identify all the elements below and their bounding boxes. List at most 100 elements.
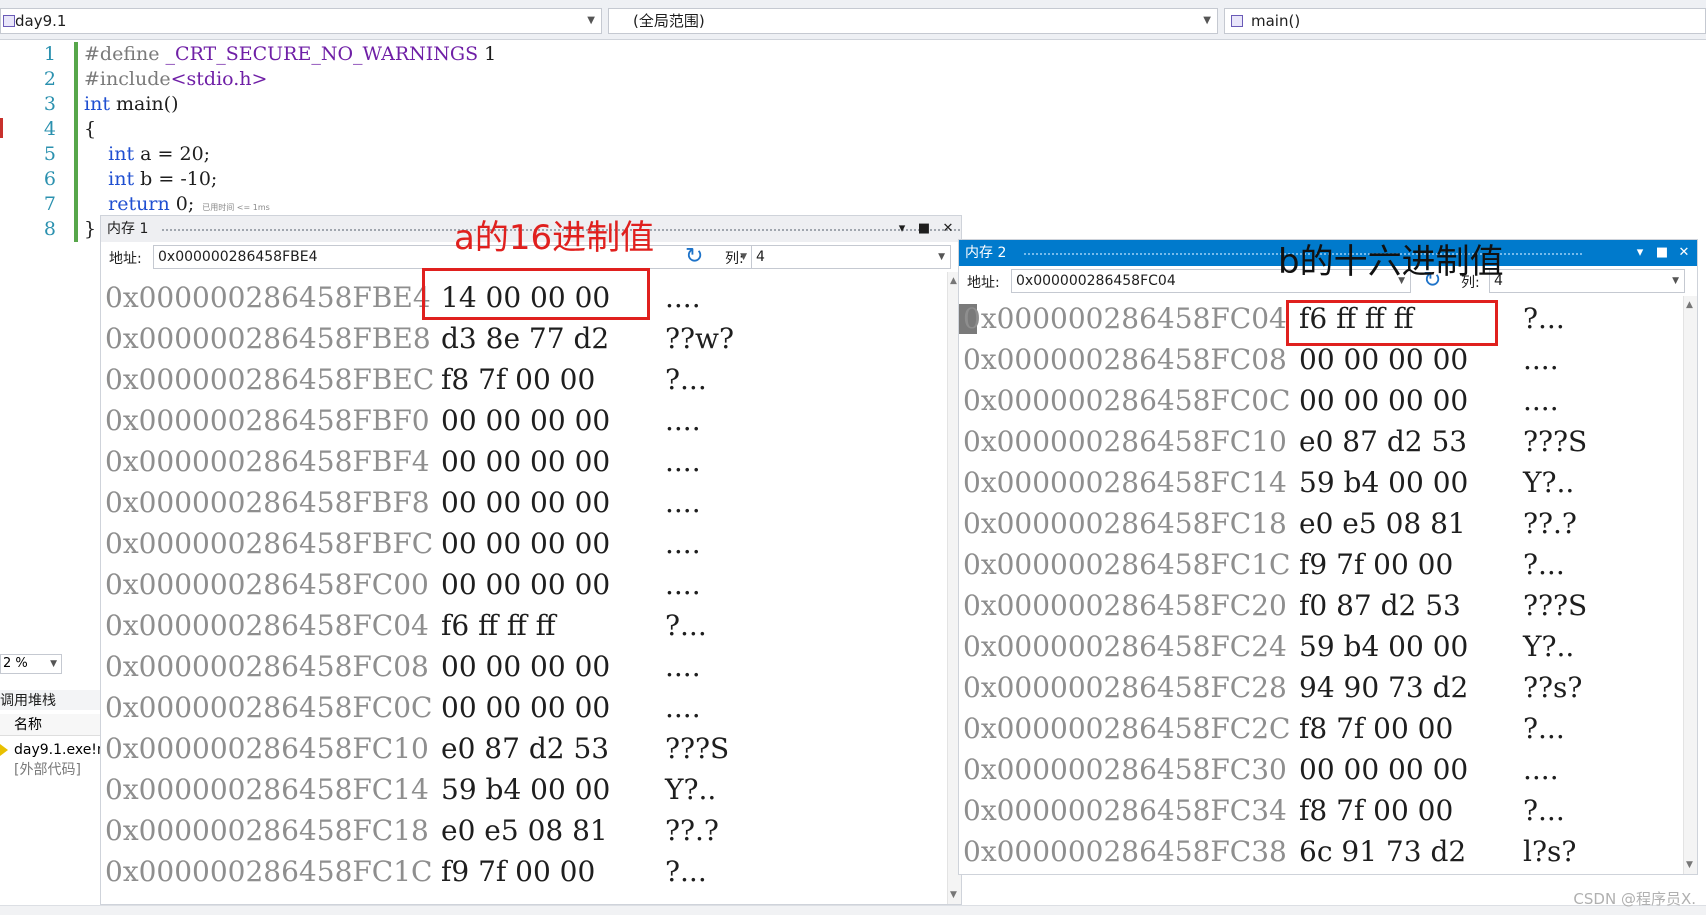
memory-row[interactable]: 0x000000286458FC04 f6 ff ff ff?... (101, 605, 961, 646)
code-line[interactable]: 2 #include<stdio.h> (0, 67, 1700, 92)
memory-address: 0x000000286458FBF8 (105, 486, 430, 519)
memory-ascii: ???S (1523, 589, 1588, 622)
scroll-down-icon[interactable]: ▼ (1686, 860, 1693, 870)
memory-bytes[interactable]: 59 b4 00 00 (1299, 626, 1468, 667)
memory-bytes[interactable]: 59 b4 00 00 (441, 769, 610, 810)
code-line[interactable]: 4{ (0, 117, 1700, 142)
code-editor[interactable]: 1 #define _CRT_SECURE_NO_WARNINGS 1 2 #incl… (0, 40, 1706, 242)
memory-bytes[interactable]: 00 00 00 00 (441, 400, 610, 441)
memory-row[interactable]: 0x000000286458FBF8 00 00 00 00.... (101, 482, 961, 523)
memory-bytes[interactable]: f8 7f 00 00 (1299, 708, 1453, 749)
memory-ascii: ?... (665, 363, 707, 396)
memory-bytes[interactable]: 00 00 00 00 (441, 687, 610, 728)
memory-bytes[interactable]: f0 87 d2 53 (1299, 585, 1461, 626)
memory-bytes[interactable]: 00 00 00 00 (1299, 380, 1468, 421)
maximize-icon[interactable]: ■ (913, 216, 935, 242)
memory-row[interactable]: 0x000000286458FC24 59 b4 00 00 Y?.. (959, 626, 1697, 667)
memory-row[interactable]: 0x000000286458FBEC f8 7f 00 00?... (101, 359, 961, 400)
close-icon[interactable]: ✕ (937, 216, 959, 242)
memory-row[interactable]: 0x000000286458FBFC 00 00 00 00.... (101, 523, 961, 564)
address-value: 0x000000286458FC04 (1016, 273, 1176, 289)
memory-row[interactable]: 0x000000286458FC00 00 00 00 00.... (101, 564, 961, 605)
memory-bytes[interactable]: 94 90 73 d2 (1299, 667, 1468, 708)
memory-row[interactable]: 0x000000286458FC08 00 00 00 00.... (101, 646, 961, 687)
memory-row[interactable]: 0x000000286458FC1C f9 7f 00 00?... (101, 851, 961, 892)
memory-bytes[interactable]: 00 00 00 00 (441, 441, 610, 482)
memory-row[interactable]: 0x000000286458FBF0 00 00 00 00.... (101, 400, 961, 441)
memory-row[interactable]: 0x000000286458FC10 e0 87 d2 53 ???S (959, 421, 1697, 462)
scope-dropdown[interactable]: (全局范围) ▼ (608, 8, 1218, 34)
memory-bytes[interactable]: 00 00 00 00 (441, 564, 610, 605)
code-line[interactable]: 6 int b = -10; (0, 167, 1700, 192)
memory-row[interactable]: 0x000000286458FC14 59 b4 00 00 Y?.. (101, 769, 961, 810)
memory-bytes[interactable]: 00 00 00 00 (1299, 749, 1468, 790)
code-text: #define _CRT_SECURE_NO_WARNINGS 1 (84, 42, 496, 67)
memory-address: 0x000000286458FBE8 (105, 322, 431, 355)
memory-bytes[interactable]: f6 ff ff ff (441, 605, 556, 646)
memory-bytes[interactable]: f9 7f 00 00 (441, 851, 595, 892)
memory-row[interactable]: 0x000000286458FC0C 00 00 00 00.... (101, 687, 961, 728)
memory-bytes[interactable]: e0 87 d2 53 (1299, 421, 1467, 462)
window-menu-icon[interactable]: ▾ (1629, 240, 1651, 266)
callstack-column-name[interactable]: 名称 (0, 714, 100, 736)
memory-row[interactable]: 0x000000286458FC20 f0 87 d2 53 ???S (959, 585, 1697, 626)
memory-bytes[interactable]: 00 00 00 00 (441, 646, 610, 687)
memory-row[interactable]: 0x000000286458FC18 e0 e5 08 81??.? (101, 810, 961, 851)
change-indicator (74, 192, 78, 217)
memory-address: 0x000000286458FC10 (105, 732, 429, 765)
memory-ascii: .... (665, 445, 701, 478)
memory-row[interactable]: 0x000000286458FBE8 d3 8e 77 d2 ??w? (101, 318, 961, 359)
callstack-row-current[interactable]: day9.1.exe!m (0, 740, 111, 760)
memory-window-2-scrollbar[interactable]: ▲ ▼ (1683, 296, 1697, 874)
memory-row[interactable]: 0x000000286458FBF4 00 00 00 00.... (101, 441, 961, 482)
memory-bytes[interactable]: 00 00 00 00 (441, 482, 610, 523)
memory-row[interactable]: 0x000000286458FC28 94 90 73 d2 ??s? (959, 667, 1697, 708)
window-menu-icon[interactable]: ▾ (891, 216, 913, 242)
memory-bytes[interactable]: e0 e5 08 81 (1299, 503, 1466, 544)
code-line[interactable]: 1 #define _CRT_SECURE_NO_WARNINGS 1 (0, 42, 1700, 67)
maximize-icon[interactable]: ■ (1651, 240, 1673, 266)
memory-bytes[interactable]: f8 7f 00 00 (1299, 790, 1453, 831)
memory-bytes[interactable]: d3 8e 77 d2 (441, 318, 609, 359)
memory-row[interactable]: 0x000000286458FC34 f8 7f 00 00?... (959, 790, 1697, 831)
memory-row[interactable]: 0x000000286458FC18 e0 e5 08 81??.? (959, 503, 1697, 544)
columns-dropdown[interactable]: 4 ▼ (1489, 269, 1685, 293)
project-dropdown[interactable]: day9.1 ▼ (0, 8, 602, 34)
memory-row[interactable]: 0x000000286458FC2C f8 7f 00 00?... (959, 708, 1697, 749)
memory-bytes[interactable]: f9 7f 00 00 (1299, 544, 1453, 585)
memory-bytes[interactable]: e0 87 d2 53 (441, 728, 609, 769)
memory-ascii: ???S (665, 732, 730, 765)
scroll-up-icon[interactable]: ▲ (950, 276, 957, 286)
memory-ascii: ??w? (665, 322, 735, 355)
code-text: int b = -10; (84, 167, 217, 192)
memory-ascii: ?... (665, 609, 707, 642)
memory-bytes[interactable]: f8 7f 00 00 (441, 359, 595, 400)
scroll-down-icon[interactable]: ▼ (950, 890, 957, 900)
memory-row[interactable]: 0x000000286458FC38 6c 91 73 d2 l?s? (959, 831, 1697, 872)
code-line[interactable]: 7 return 0; 已用时间 <= 1ms (0, 192, 1700, 217)
address-input[interactable]: 0x000000286458FBE4 ▼ (153, 245, 753, 269)
columns-dropdown[interactable]: 4 ▼ (751, 245, 951, 269)
zoom-dropdown[interactable]: 2 % ▼ (0, 654, 62, 674)
refresh-icon[interactable]: ↻ (685, 244, 703, 269)
memory-address: 0x000000286458FBEC (105, 363, 435, 396)
memory-row[interactable]: 0x000000286458FC30 00 00 00 00.... (959, 749, 1697, 790)
code-line[interactable]: 5 int a = 20; (0, 142, 1700, 167)
memory-bytes[interactable]: 59 b4 00 00 (1299, 462, 1468, 503)
memory-row[interactable]: 0x000000286458FC14 59 b4 00 00 Y?.. (959, 462, 1697, 503)
memory-row[interactable]: 0x000000286458FC10 e0 87 d2 53 ???S (101, 728, 961, 769)
memory-ascii: l?s? (1523, 835, 1577, 868)
code-token: } (84, 218, 97, 240)
scroll-up-icon[interactable]: ▲ (1686, 300, 1693, 310)
function-dropdown[interactable]: main() (1224, 8, 1706, 34)
change-indicator (74, 92, 78, 117)
memory-bytes[interactable]: 6c 91 73 d2 (1299, 831, 1466, 872)
memory-bytes[interactable]: e0 e5 08 81 (441, 810, 608, 851)
memory-bytes[interactable]: 00 00 00 00 (441, 523, 610, 564)
callstack-row-external[interactable]: [外部代码] (0, 760, 100, 780)
memory-row[interactable]: 0x000000286458FC0C 00 00 00 00.... (959, 380, 1697, 421)
code-line[interactable]: 3 int main() (0, 92, 1700, 117)
code-text: } (84, 217, 96, 242)
close-icon[interactable]: ✕ (1673, 240, 1695, 266)
memory-row[interactable]: 0x000000286458FC1C f9 7f 00 00?... (959, 544, 1697, 585)
